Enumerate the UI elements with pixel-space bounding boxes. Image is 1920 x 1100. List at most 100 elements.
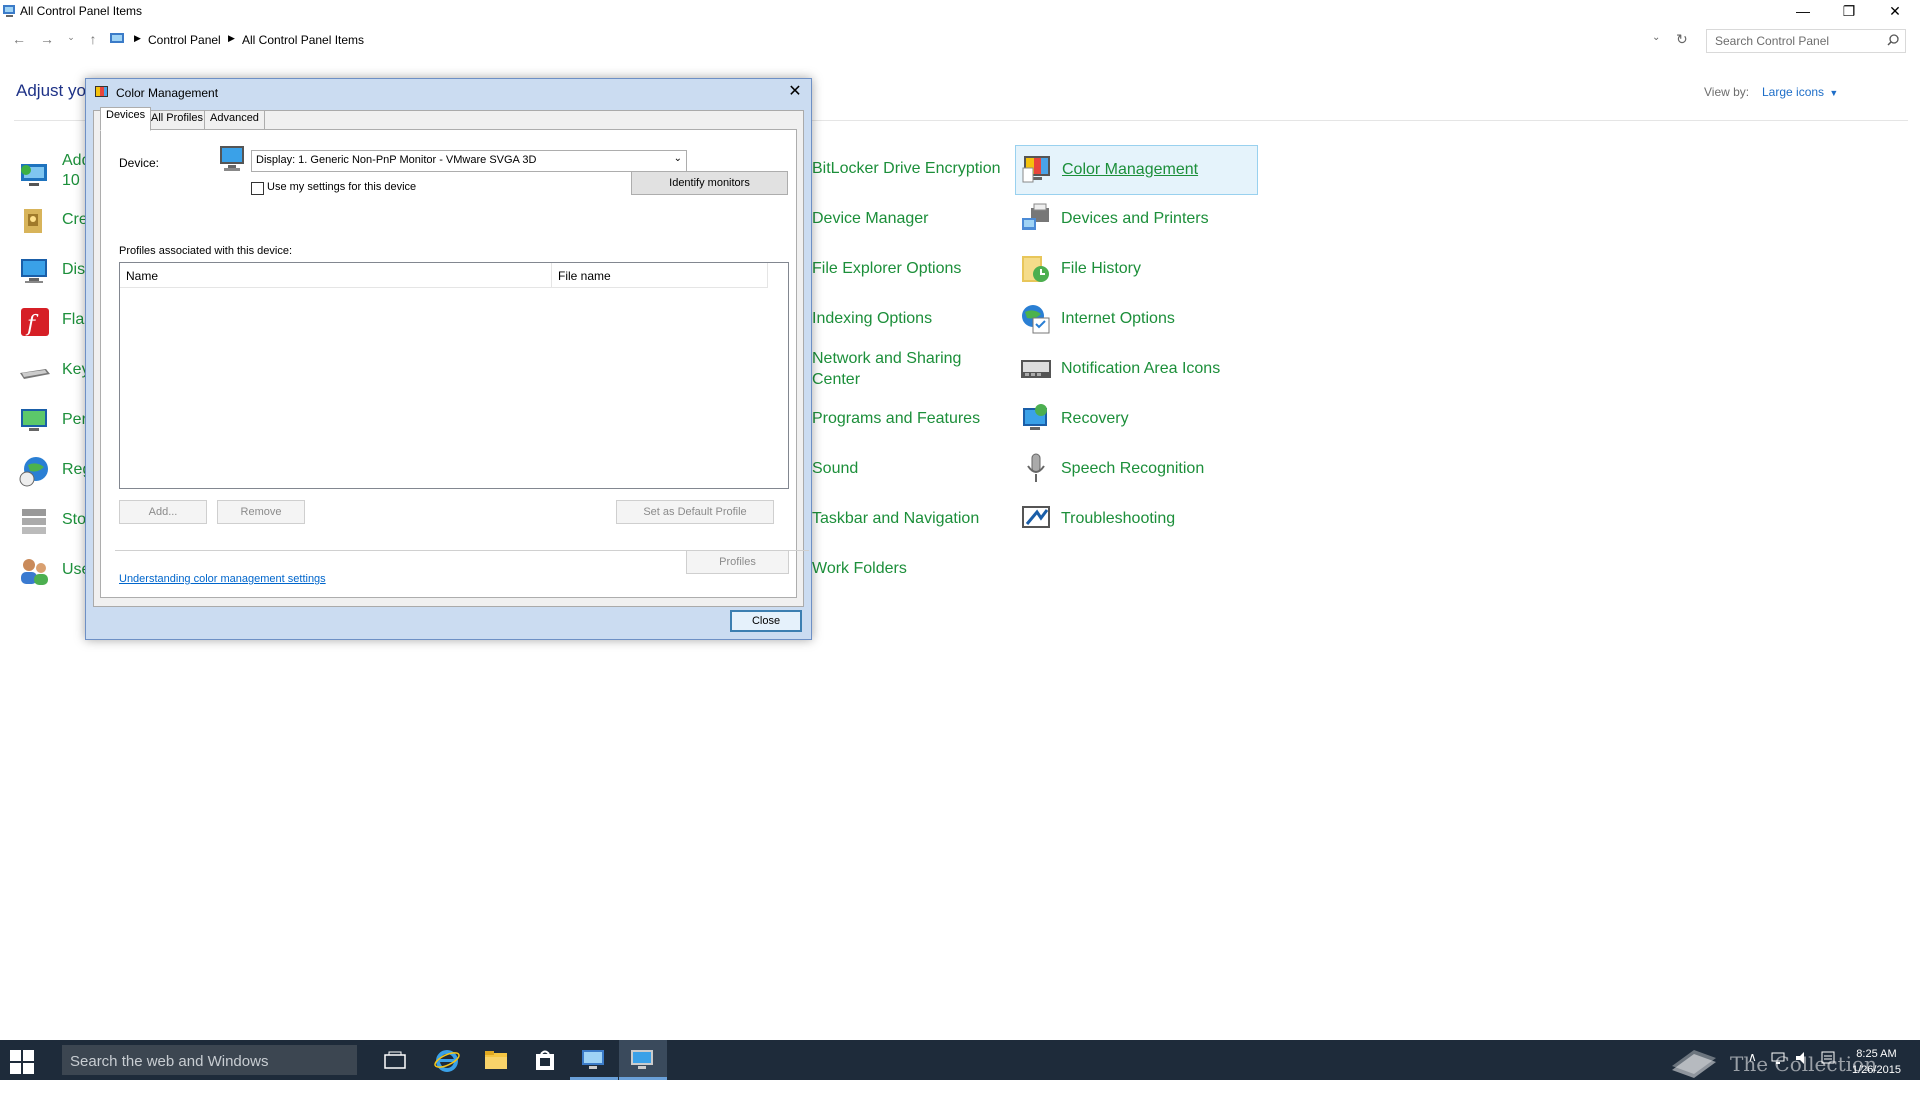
tab-devices[interactable]: Devices [100, 107, 152, 131]
set-default-profile-button[interactable]: Set as Default Profile [616, 500, 774, 524]
forward-button[interactable]: → [38, 31, 56, 47]
use-my-settings-label: Use my settings for this device [267, 181, 417, 193]
device-dropdown[interactable]: Display: 1. Generic Non-PnP Monitor - VM… [251, 150, 687, 172]
cp-item-devices-printers[interactable]: Devices and Printers [1015, 200, 1256, 240]
column-header-file-name[interactable]: File name [552, 263, 768, 288]
control-panel-icon [3, 4, 16, 17]
cp-item-troubleshooting[interactable]: Troubleshooting [1015, 500, 1256, 540]
cp-item-label: Troubleshooting [1061, 510, 1176, 527]
cp-item-label-line2: Center [812, 371, 861, 388]
minimize-icon: — [1796, 3, 1810, 19]
restore-icon: ❐ [1842, 2, 1856, 19]
profiles-label: Profiles associated with this device: [119, 245, 293, 257]
flash-icon: f [18, 305, 52, 339]
tab-advanced[interactable]: Advanced [204, 110, 265, 131]
back-button[interactable]: ← [10, 31, 28, 47]
search-box[interactable]: Search Control Panel [1706, 29, 1906, 53]
arrow-left-icon: ← [12, 31, 26, 47]
profiles-list[interactable]: Name File name [119, 262, 789, 489]
tab-all-profiles[interactable]: All Profiles [145, 110, 209, 131]
breadcrumb-separator-icon: ▶ [228, 33, 235, 43]
keyboard-icon [18, 355, 52, 389]
search-input[interactable]: Search Control Panel [1715, 34, 1829, 48]
file-history-icon [1019, 252, 1053, 286]
cp-item-file-history[interactable]: File History [1015, 250, 1256, 290]
close-window-button[interactable]: ✕ [1872, 0, 1918, 22]
internet-explorer-icon [434, 1050, 460, 1072]
breadcrumb-separator-icon: ▶ [134, 33, 141, 43]
up-button[interactable]: ↑ [84, 31, 102, 47]
tab-panel-devices: Device: Display: 1. Generic Non-PnP Moni… [100, 129, 809, 598]
store-button[interactable] [521, 1040, 569, 1080]
cp-item-label: Speech Recognition [1061, 460, 1205, 477]
control-panel-taskbar-button[interactable] [570, 1040, 618, 1080]
refresh-button[interactable]: ↻ [1676, 31, 1688, 48]
color-management-icon [1020, 153, 1054, 187]
cp-item-label: Notification Area Icons [1061, 360, 1221, 377]
device-dropdown-value: Display: 1. Generic Non-PnP Monitor - VM… [256, 154, 537, 166]
view-by-dropdown[interactable]: Large icons ▼ [1762, 85, 1838, 99]
dialog-body: Devices All Profiles Advanced Device: Di… [93, 107, 809, 607]
cp-item-label: Recovery [1061, 410, 1129, 427]
address-dropdown-icon[interactable]: ⌄ [1652, 32, 1660, 43]
minimize-button[interactable]: — [1780, 0, 1826, 22]
internet-explorer-button[interactable] [423, 1040, 471, 1080]
folder-icon [485, 1051, 507, 1069]
close-dialog-button[interactable]: Close [730, 610, 802, 632]
arrow-right-icon: → [40, 31, 54, 47]
color-management-taskbar-button[interactable] [619, 1040, 667, 1080]
cp-item-label: Work Folders [812, 560, 907, 577]
credential-manager-icon [18, 205, 52, 239]
cp-item-internet-options[interactable]: Internet Options [1015, 300, 1256, 340]
breadcrumb-control-panel[interactable]: Control Panel [148, 33, 221, 47]
color-management-title-icon [95, 86, 109, 104]
cp-item-label: File Explorer Options [812, 260, 962, 277]
cp-item-notification-area[interactable]: Notification Area Icons [1015, 350, 1256, 390]
close-icon: ✕ [788, 83, 802, 100]
cp-item-recovery[interactable]: Recovery [1015, 400, 1256, 440]
monitor-icon [219, 144, 247, 179]
arrow-up-icon: ↑ [89, 31, 97, 47]
identify-monitors-button[interactable]: Identify monitors [631, 171, 788, 195]
refresh-icon: ↻ [1676, 31, 1688, 47]
add-features-icon [18, 158, 52, 192]
close-icon: ✕ [1889, 2, 1901, 19]
task-view-button[interactable] [371, 1040, 419, 1080]
chevron-down-icon: ⌄ [67, 32, 75, 42]
cp-item-label: Color Management [1062, 161, 1199, 178]
chevron-down-icon: ⌄ [673, 153, 682, 164]
cp-item-label: BitLocker Drive Encryption [812, 160, 1001, 177]
column-header-name[interactable]: Name [120, 263, 552, 288]
cp-item-label: Devices and Printers [1061, 210, 1209, 227]
taskbar-search-box[interactable]: Search the web and Windows [62, 1045, 357, 1075]
taskbar-search-input[interactable]: Search the web and Windows [70, 1053, 268, 1070]
use-my-settings-checkbox[interactable] [251, 182, 264, 195]
device-label: Device: [119, 156, 160, 170]
window-title: All Control Panel Items [20, 4, 143, 18]
view-by-value: Large icons [1762, 85, 1825, 99]
globe-clock-icon [18, 455, 52, 489]
cp-item-label: Dis [62, 261, 86, 278]
dialog-close-button[interactable]: ✕ [783, 81, 807, 103]
address-bar[interactable]: ▶ Control Panel ▶ All Control Panel Item… [108, 29, 1670, 51]
cp-item-label: Indexing Options [812, 310, 933, 327]
understanding-settings-link[interactable]: Understanding color management settings [119, 573, 326, 585]
cp-item-speech-recognition[interactable]: Speech Recognition [1015, 450, 1256, 490]
restore-button[interactable]: ❐ [1826, 0, 1872, 22]
cp-item-color-management[interactable]: Color Management [1015, 145, 1258, 195]
storage-spaces-icon [18, 505, 52, 539]
task-view-icon [384, 1051, 406, 1069]
recent-locations-button[interactable]: ⌄ [62, 32, 80, 43]
caret-down-icon: ▼ [1829, 88, 1839, 98]
remove-button[interactable]: Remove [217, 500, 305, 524]
add-button[interactable]: Add... [119, 500, 207, 524]
internet-options-icon [1019, 302, 1053, 336]
control-panel-small-icon [110, 32, 126, 51]
watermark-text: The Collection Book [1730, 1052, 1877, 1100]
breadcrumb-all-items[interactable]: All Control Panel Items [242, 33, 364, 47]
view-by-label: View by: [1704, 85, 1750, 99]
file-explorer-button[interactable] [472, 1040, 520, 1080]
start-button[interactable] [10, 1050, 34, 1074]
profiles-button[interactable]: Profiles [686, 550, 789, 574]
cp-item-label: Network and Sharing [812, 350, 962, 367]
